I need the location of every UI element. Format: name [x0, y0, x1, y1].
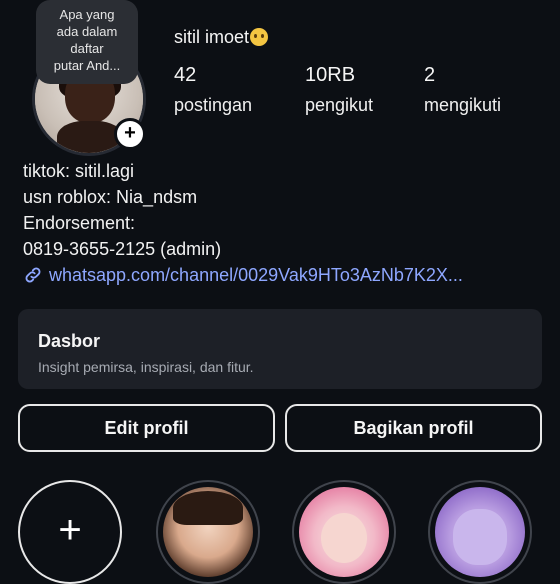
- highlight-thumbnail: [435, 487, 525, 577]
- dashboard-card[interactable]: Dasbor Insight pemirsa, inspirasi, dan f…: [18, 309, 542, 389]
- stat-posts[interactable]: 42 postingan: [174, 64, 252, 116]
- stat-following[interactable]: 2 mengikuti: [424, 64, 501, 116]
- highlight-thumbnail: [163, 487, 253, 577]
- avatar-body: [57, 121, 123, 153]
- username-text: sitil imoet: [174, 27, 250, 47]
- bio-line: Endorsement:: [23, 213, 136, 233]
- add-story-button[interactable]: +: [114, 118, 146, 150]
- note-line: Apa yang: [59, 7, 115, 22]
- highlight-hair: [173, 491, 243, 525]
- highlight-face: [321, 513, 367, 563]
- plus-icon: +: [58, 508, 82, 552]
- stat-followers-value: 10RB: [305, 64, 356, 86]
- highlight-thumbnail: [299, 487, 389, 577]
- stat-followers-label: pengikut: [305, 95, 374, 115]
- share-profile-button[interactable]: Bagikan profil: [285, 404, 542, 452]
- stat-posts-value: 42: [174, 64, 197, 86]
- dashboard-title: Dasbor: [38, 331, 101, 351]
- highlight-character: [453, 509, 507, 565]
- note-line: putar And...: [53, 58, 121, 73]
- bio-line: usn roblox: Nia_ndsm: [23, 187, 198, 207]
- bio-line: 0819-3655-2125 (admin): [23, 239, 222, 259]
- link-icon: [25, 267, 41, 283]
- story-highlight[interactable]: [156, 480, 260, 584]
- new-highlight-button[interactable]: +: [18, 480, 122, 584]
- note-bubble[interactable]: Apa yang ada dalam daftar putar And...: [36, 0, 138, 84]
- note-line: daftar: [70, 41, 104, 56]
- story-highlight[interactable]: [428, 480, 532, 584]
- bio-link[interactable]: whatsapp.com/channel/0029Vak9HTo3AzNb7K2…: [23, 265, 463, 286]
- pleading-face-emoji-icon: [250, 28, 269, 46]
- dashboard-subtitle: Insight pemirsa, inspirasi, dan fitur.: [38, 359, 254, 375]
- username: sitil imoet: [174, 27, 269, 48]
- stat-posts-label: postingan: [174, 95, 253, 115]
- story-highlight[interactable]: [292, 480, 396, 584]
- bio-line: tiktok: sitil.lagi: [23, 161, 135, 181]
- stat-following-value: 2: [424, 64, 436, 86]
- edit-profile-button[interactable]: Edit profil: [18, 404, 275, 452]
- bio-link-text: whatsapp.com/channel/0029Vak9HTo3AzNb7K2…: [49, 265, 463, 285]
- stat-following-label: mengikuti: [424, 95, 502, 115]
- stat-followers[interactable]: 10RB pengikut: [305, 64, 373, 116]
- note-line: ada dalam: [56, 24, 118, 39]
